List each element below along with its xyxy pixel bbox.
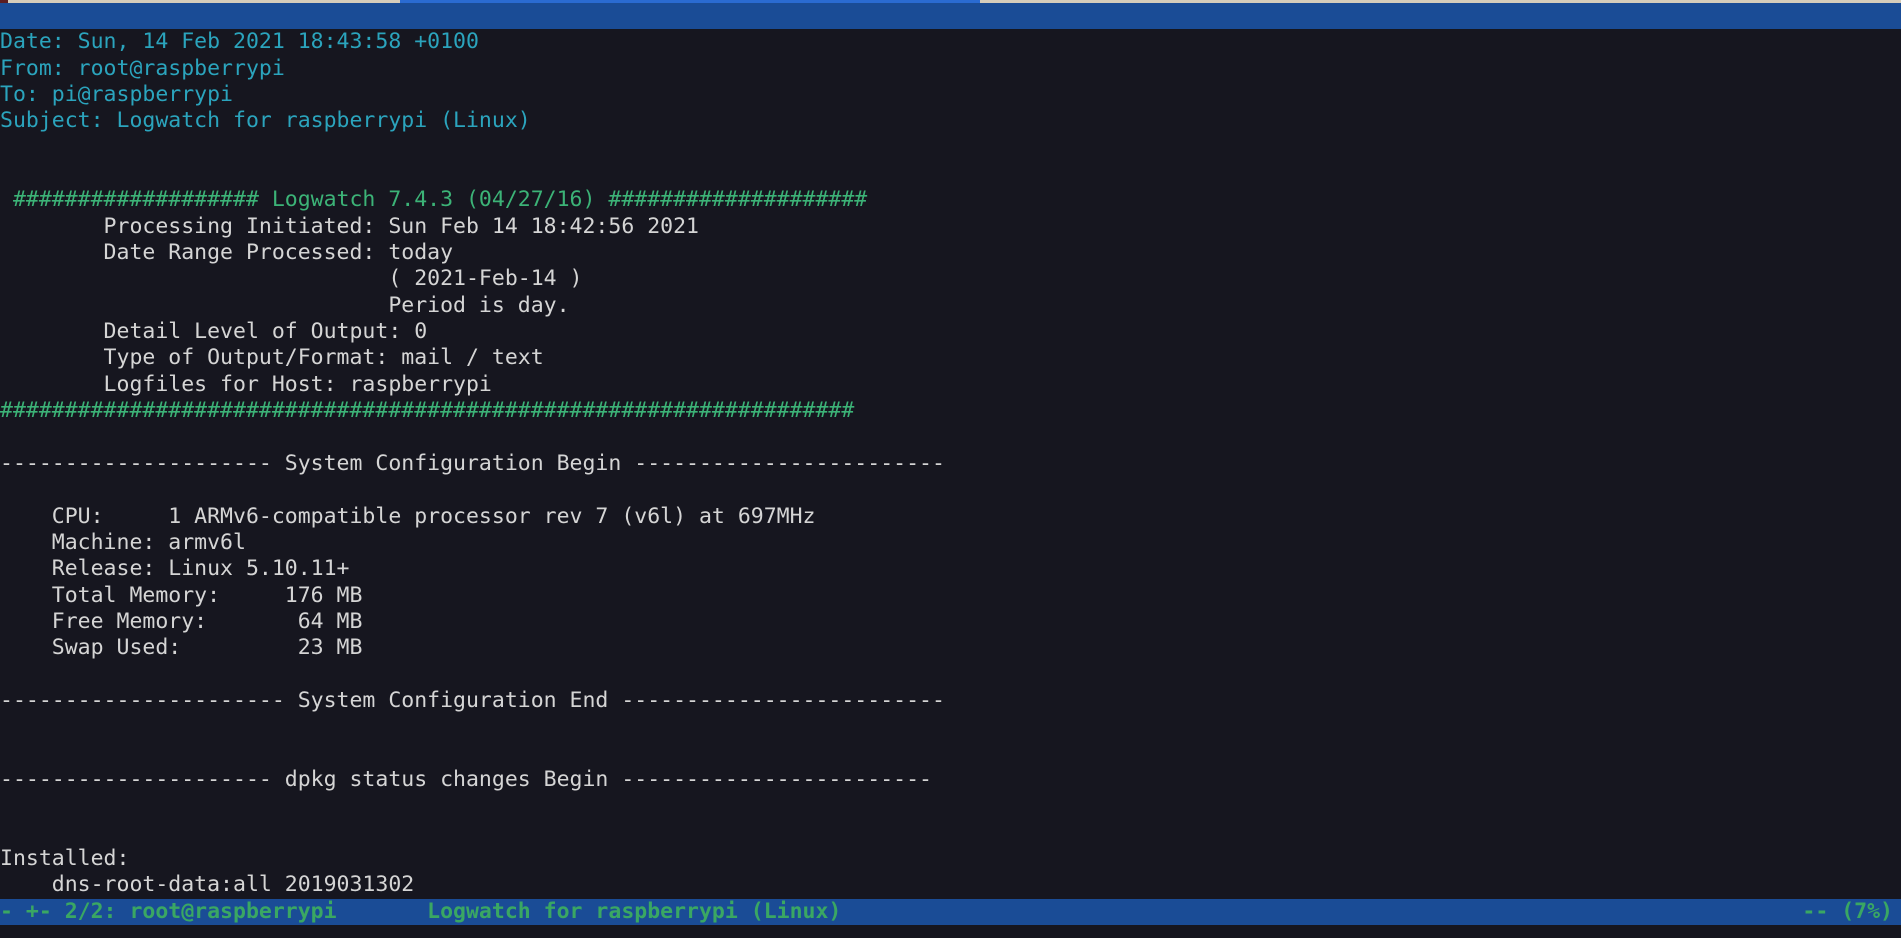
- body-line: Total Memory: 176 MB: [0, 583, 1901, 609]
- body-line: Release: Linux 5.10.11+: [0, 556, 1901, 582]
- body-line: ########################################…: [0, 398, 1901, 424]
- body-line: Machine: armv6l: [0, 530, 1901, 556]
- help-bar: i:Quitter -:PgPréc <Space>:PgSuiv v:Voir…: [0, 3, 1901, 29]
- edge-segment-blue: [400, 0, 980, 3]
- header-to: To: pi@raspberrypi: [0, 82, 1901, 108]
- header-date: Date: Sun, 14 Feb 2021 18:43:58 +0100: [0, 29, 1901, 55]
- pager-content: Date: Sun, 14 Feb 2021 18:43:58 +0100 Fr…: [0, 29, 1901, 898]
- body-line: [0, 662, 1901, 688]
- body-line: Period is day.: [0, 293, 1901, 319]
- body-line: Processing Initiated: Sun Feb 14 18:42:5…: [0, 214, 1901, 240]
- body-line: Date Range Processed: today: [0, 240, 1901, 266]
- edge-segment-maroon: [0, 0, 8, 3]
- status-bar-left: - +- 2/2: root@raspberrypi Logwatch for …: [0, 899, 841, 925]
- body-line: [0, 793, 1901, 819]
- body-line: [0, 714, 1901, 740]
- edge-segment-beige-right: [980, 0, 1901, 3]
- body-line: Free Memory: 64 MB: [0, 609, 1901, 635]
- body-line: Swap Used: 23 MB: [0, 635, 1901, 661]
- body-line: dns-root-data:all 2019031302: [0, 872, 1901, 898]
- body-line: ---------------------- System Configurat…: [0, 688, 1901, 714]
- body-line: [0, 477, 1901, 503]
- body-line: ( 2021-Feb-14 ): [0, 266, 1901, 292]
- body-line: Type of Output/Format: mail / text: [0, 345, 1901, 371]
- body-line: [0, 820, 1901, 846]
- body-line: Logfiles for Host: raspberrypi: [0, 372, 1901, 398]
- body-line: --------------------- System Configurati…: [0, 451, 1901, 477]
- status-bar-right: -- (7%): [1802, 899, 1893, 925]
- body-line: [0, 161, 1901, 187]
- body-line: ################### Logwatch 7.4.3 (04/2…: [0, 187, 1901, 213]
- body-line: --------------------- dpkg status change…: [0, 767, 1901, 793]
- body-line: CPU: 1 ARMv6-compatible processor rev 7 …: [0, 504, 1901, 530]
- header-subject: Subject: Logwatch for raspberrypi (Linux…: [0, 108, 1901, 134]
- body-line: [0, 135, 1901, 161]
- body-line: [0, 741, 1901, 767]
- header-from: From: root@raspberrypi: [0, 56, 1901, 82]
- body-line: Detail Level of Output: 0: [0, 319, 1901, 345]
- status-bar: - +- 2/2: root@raspberrypi Logwatch for …: [0, 899, 1901, 925]
- message-body: ################### Logwatch 7.4.3 (04/2…: [0, 135, 1901, 899]
- body-line: [0, 425, 1901, 451]
- edge-segment-beige-left: [8, 0, 400, 3]
- top-edge-sliver: [0, 0, 1901, 3]
- terminal-window[interactable]: i:Quitter -:PgPréc <Space>:PgSuiv v:Voir…: [0, 0, 1901, 938]
- body-line: Installed:: [0, 846, 1901, 872]
